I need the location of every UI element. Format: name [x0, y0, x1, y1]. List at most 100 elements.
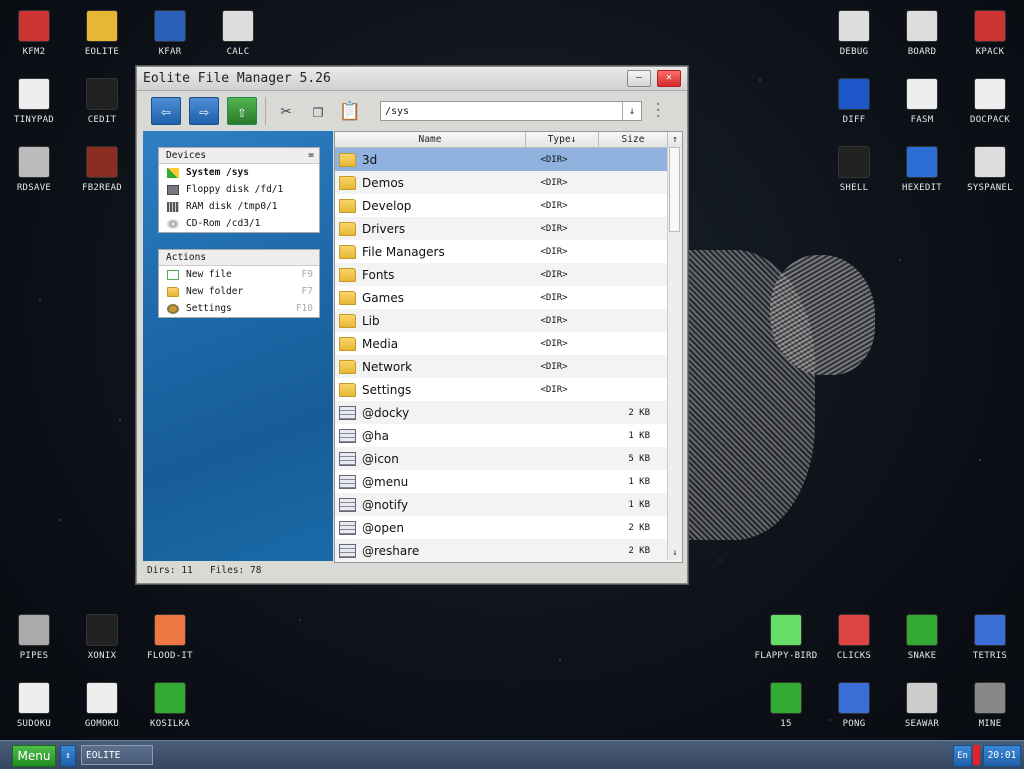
syspanel-icon — [974, 146, 1006, 178]
path-dropdown-button[interactable]: ↓ — [622, 102, 641, 120]
desktop-icon-mine[interactable]: MINE — [956, 682, 1024, 729]
row-name: Lib — [362, 313, 380, 328]
table-row[interactable]: Lib <DIR> — [335, 309, 682, 332]
desktop-icon-flood-it[interactable]: FLOOD-IT — [136, 614, 204, 661]
desktop-icon-kfm2[interactable]: KFM2 — [0, 10, 68, 57]
table-row[interactable]: Drivers <DIR> — [335, 217, 682, 240]
path-input[interactable]: /sys ↓ — [380, 101, 642, 121]
action-settings[interactable]: Settings F10 — [159, 300, 319, 317]
xonix-icon — [86, 614, 118, 646]
row-type: <DIR> — [540, 361, 568, 372]
desktop-icon-board[interactable]: BOARD — [888, 10, 956, 57]
pipes-icon — [18, 614, 50, 646]
desktop-icon-snake[interactable]: SNAKE — [888, 614, 956, 661]
scroll-down-icon[interactable]: ↓ — [668, 546, 682, 560]
table-row[interactable]: @menu 1 KB — [335, 470, 682, 493]
desktop-icon-debug[interactable]: DEBUG — [820, 10, 888, 57]
desktop-icon-kosilka[interactable]: KOSILKA — [136, 682, 204, 729]
folder-icon — [339, 244, 356, 259]
forward-button[interactable]: ⇨ — [189, 97, 219, 125]
copy-button[interactable]: ❐ — [306, 98, 330, 124]
table-row[interactable]: @notify 1 KB — [335, 493, 682, 516]
folder-icon — [339, 152, 356, 167]
table-row[interactable]: @docky 2 KB — [335, 401, 682, 424]
desktop-icon-kpack[interactable]: KPACK — [956, 10, 1024, 57]
column-size[interactable]: Size — [599, 132, 668, 147]
device-item-ram[interactable]: RAM disk /tmp0/1 — [159, 198, 319, 215]
device-item-floppy[interactable]: Floppy disk /fd/1 — [159, 181, 319, 198]
collapse-icon[interactable]: = — [308, 148, 314, 163]
back-button[interactable]: ⇦ — [151, 97, 181, 125]
menu-button[interactable]: Menu — [12, 745, 56, 767]
language-indicator[interactable]: En — [953, 745, 972, 767]
desktop-icon-tinypad[interactable]: TINYPAD — [0, 78, 68, 125]
desktop-icon-hexedit[interactable]: HEXEDIT — [888, 146, 956, 193]
table-row[interactable]: @icon 5 KB — [335, 447, 682, 470]
cut-button[interactable]: ✂ — [274, 98, 298, 124]
hexedit-icon — [906, 146, 938, 178]
taskbar-item-eolite[interactable]: EOLITE — [81, 745, 153, 765]
row-size: 2 KB — [628, 545, 650, 556]
desktop-icon-xonix[interactable]: XONIX — [68, 614, 136, 661]
desktop-icon-docpack[interactable]: DOCPACK — [956, 78, 1024, 125]
desktop-icon-diff[interactable]: DIFF — [820, 78, 888, 125]
column-name[interactable]: Name — [335, 132, 526, 147]
action-new-file[interactable]: New file F9 — [159, 266, 319, 283]
device-item-cdrom[interactable]: CD-Rom /cd3/1 — [159, 215, 319, 232]
table-row[interactable]: Network <DIR> — [335, 355, 682, 378]
vertical-scrollbar[interactable]: ↓ — [667, 147, 682, 560]
actions-header[interactable]: Actions — [159, 250, 319, 266]
desktop-icon-fb2read[interactable]: FB2READ — [68, 146, 136, 193]
indicator-bar — [973, 745, 980, 765]
table-row[interactable]: Games <DIR> — [335, 286, 682, 309]
window-titlebar[interactable]: Eolite File Manager 5.26 — ✕ — [137, 67, 687, 91]
minimize-button[interactable]: — — [627, 70, 651, 87]
devices-header[interactable]: Devices = — [159, 148, 319, 164]
desktop-icon-clicks[interactable]: CLICKS — [820, 614, 888, 661]
row-type: <DIR> — [540, 246, 568, 257]
desktop-icon-fasm[interactable]: FASM — [888, 78, 956, 125]
desktop-icon-eolite[interactable]: EOLITE — [68, 10, 136, 57]
desktop-icon-pong[interactable]: PONG — [820, 682, 888, 729]
table-row[interactable]: @ha 1 KB — [335, 424, 682, 447]
scroll-up-icon[interactable]: ↑ — [668, 132, 682, 147]
table-row[interactable]: File Managers <DIR> — [335, 240, 682, 263]
desktop-icon-tetris[interactable]: TETRIS — [956, 614, 1024, 661]
desktop-icon-label: KFAR — [158, 47, 182, 57]
desktop-icon-flappy-bird[interactable]: FLAPPY-BIRD — [752, 614, 820, 661]
close-button[interactable]: ✕ — [657, 70, 681, 87]
table-row[interactable]: Settings <DIR> — [335, 378, 682, 401]
desktop-icon-pipes[interactable]: PIPES — [0, 614, 68, 661]
desktop-icon-kfar[interactable]: KFAR — [136, 10, 204, 57]
desktop-icon-label: SNAKE — [907, 651, 937, 661]
desktop-icon-rdsave[interactable]: RDSAVE — [0, 146, 68, 193]
row-type: <DIR> — [540, 177, 568, 188]
device-item-system[interactable]: System /sys — [159, 164, 319, 181]
desktop-icon-label: DIFF — [842, 115, 866, 125]
desktop-icon-label: PONG — [842, 719, 866, 729]
desktop-icon-gomoku[interactable]: GOMOKU — [68, 682, 136, 729]
table-row[interactable]: Demos <DIR> — [335, 171, 682, 194]
table-row[interactable]: 3d <DIR> — [335, 148, 682, 171]
desktop-icon-label: GOMOKU — [84, 719, 120, 729]
up-button[interactable]: ⇧ — [227, 97, 257, 125]
table-row[interactable]: Fonts <DIR> — [335, 263, 682, 286]
desktop-icon-shell[interactable]: SHELL — [820, 146, 888, 193]
column-type[interactable]: Type↓ — [526, 132, 599, 147]
desktop-icon-seawar[interactable]: SEAWAR — [888, 682, 956, 729]
desktop-icon-sudoku[interactable]: SUDOKU — [0, 682, 68, 729]
more-options-icon[interactable]: · · · — [654, 98, 662, 124]
table-row[interactable]: @open 2 KB — [335, 516, 682, 539]
table-row[interactable]: @reshare 2 KB — [335, 539, 682, 562]
clock[interactable]: 20:01 — [983, 745, 1021, 767]
desktop-icon-syspanel[interactable]: SYSPANEL — [956, 146, 1024, 193]
desktop-icon-15[interactable]: 15 — [752, 682, 820, 729]
scrollbar-thumb[interactable] — [669, 147, 680, 232]
desktop-icon-calc[interactable]: CALC — [204, 10, 272, 57]
switch-icon[interactable]: ↕ — [60, 745, 76, 767]
paste-button[interactable]: 📋 — [338, 98, 362, 124]
table-row[interactable]: Develop <DIR> — [335, 194, 682, 217]
desktop-icon-cedit[interactable]: CEDIT — [68, 78, 136, 125]
action-new-folder[interactable]: New folder F7 — [159, 283, 319, 300]
table-row[interactable]: Media <DIR> — [335, 332, 682, 355]
